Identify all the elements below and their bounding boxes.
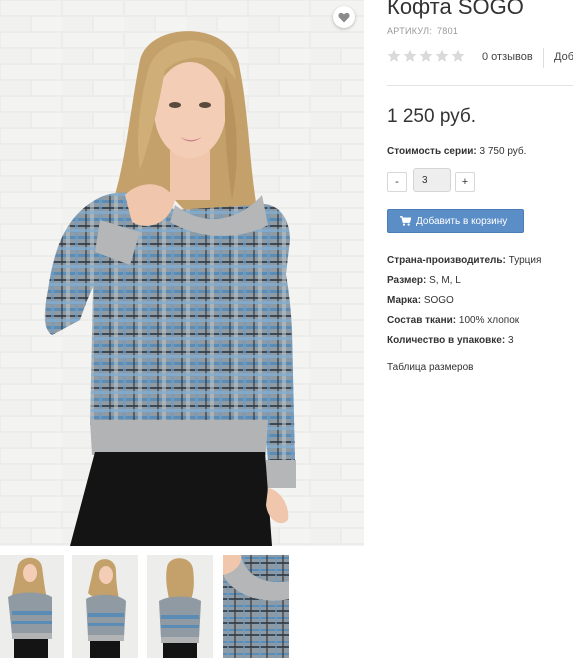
property-country: Страна-производитель: Турция: [387, 254, 541, 274]
property-value: 3: [507, 335, 514, 346]
series-cost: Стоимость серии: 3 750 руб.: [387, 146, 526, 157]
divider: [387, 85, 573, 86]
property-value: S, M, L: [429, 275, 461, 286]
quantity-input[interactable]: [413, 168, 451, 192]
property-label: Страна-производитель:: [387, 255, 506, 266]
size-table-link[interactable]: Таблица размеров: [387, 362, 473, 373]
series-cost-value: 3 750 руб.: [479, 146, 527, 157]
add-to-cart-label: Добавить в корзину: [416, 215, 508, 227]
article-value: 7801: [436, 26, 459, 36]
quantity-decrease-button[interactable]: -: [387, 172, 407, 192]
star-icon[interactable]: [419, 49, 433, 63]
main-product-photo[interactable]: [0, 0, 364, 546]
rating-stars[interactable]: [387, 49, 465, 63]
heart-icon: [338, 12, 350, 22]
thumbnail-three-quarter-view[interactable]: [72, 555, 138, 658]
star-icon[interactable]: [387, 49, 401, 63]
property-value: 100% хлопок: [458, 315, 520, 326]
property-size: Размер: S, M, L: [387, 274, 541, 294]
add-to-cart-button[interactable]: Добавить в корзину: [387, 209, 524, 233]
quantity-increase-button[interactable]: +: [455, 172, 475, 192]
article-number: АРТИКУЛ: 7801: [387, 26, 458, 36]
article-label: АРТИКУЛ:: [387, 26, 433, 36]
series-cost-label: Стоимость серии:: [387, 146, 477, 157]
thumbnail-front-view[interactable]: [0, 555, 64, 658]
property-value: Турция: [508, 255, 542, 266]
star-icon[interactable]: [435, 49, 449, 63]
property-pack-quantity: Количество в упаковке: 3: [387, 334, 541, 354]
reviews-link[interactable]: 0 отзывов: [482, 51, 533, 63]
property-label: Марка:: [387, 295, 422, 306]
product-title: Кофта SOGO: [387, 0, 524, 19]
product-price: 1 250 руб.: [387, 106, 477, 127]
rating-row: 0 отзывов Доб: [387, 48, 573, 68]
add-review-link[interactable]: Доб: [554, 51, 573, 63]
thumbnail-collar-detail[interactable]: [223, 555, 289, 658]
thumbnail-back-view[interactable]: [147, 555, 213, 658]
property-brand: Марка: SOGO: [387, 294, 541, 314]
property-label: Размер:: [387, 275, 427, 286]
property-label: Состав ткани:: [387, 315, 457, 326]
property-fabric: Состав ткани: 100% хлопок: [387, 314, 541, 334]
product-properties: Страна-производитель: Турция Размер: S, …: [387, 254, 541, 354]
star-icon[interactable]: [451, 49, 465, 63]
property-value: SOGO: [423, 295, 454, 306]
property-label: Количество в упаковке:: [387, 335, 506, 346]
star-icon[interactable]: [403, 49, 417, 63]
cart-icon: [400, 216, 411, 226]
favorite-button[interactable]: [333, 6, 355, 28]
rating-divider: [543, 48, 544, 68]
